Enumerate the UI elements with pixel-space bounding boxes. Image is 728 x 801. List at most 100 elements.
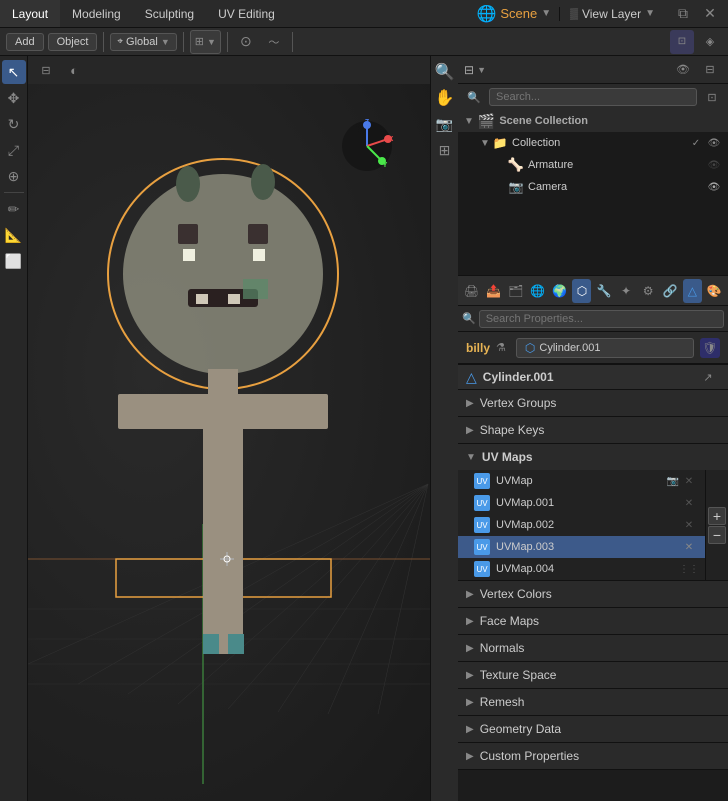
prop-world-icon[interactable]: 🌍 bbox=[550, 279, 569, 303]
vertex-groups-section: ▶ Vertex Groups bbox=[458, 390, 728, 417]
collection-eye-icon[interactable]: 👁 bbox=[706, 135, 722, 151]
transform-tool-icon[interactable]: ⊕ bbox=[2, 164, 26, 188]
uv-icon-1: UV bbox=[474, 495, 490, 511]
prop-view-layer-icon[interactable]: 🗂 bbox=[506, 279, 525, 303]
face-maps-header[interactable]: ▶ Face Maps bbox=[458, 608, 728, 634]
scene-selector[interactable]: 🌐 Scene ▼ bbox=[468, 4, 559, 24]
maximize-button[interactable]: ⧉ bbox=[671, 2, 695, 26]
camera-eye-icon[interactable]: 👁 bbox=[706, 179, 722, 195]
outliner-filter-funnel-icon[interactable]: ⊡ bbox=[700, 85, 724, 109]
object-button[interactable]: Object bbox=[48, 33, 98, 51]
normals-header[interactable]: ▶ Normals bbox=[458, 635, 728, 661]
collection-visible-icon[interactable]: ✓ bbox=[688, 135, 704, 151]
tab-uv-editing[interactable]: UV Editing bbox=[206, 0, 287, 27]
proportional-edit-button[interactable]: ⊙ bbox=[234, 30, 258, 54]
uv-drag-icon-4[interactable]: ⋮⋮ bbox=[681, 561, 697, 577]
transform-orientation-dropdown[interactable]: ⌖ Global ▼ bbox=[110, 33, 176, 51]
uv-remove-button[interactable]: − bbox=[708, 526, 726, 544]
add-cube-icon[interactable]: ⬜ bbox=[2, 249, 26, 273]
scene-collection-header[interactable]: ▼ 🎬 Scene Collection bbox=[458, 110, 728, 132]
viewport-type-icon[interactable]: ⊟ bbox=[34, 58, 58, 82]
data-section-header: △ Cylinder.001 ↗ bbox=[458, 364, 728, 390]
prop-material-icon[interactable]: 🎨 bbox=[705, 279, 724, 303]
grab-icon[interactable]: ✋ bbox=[433, 86, 457, 110]
data-title-text: Cylinder.001 bbox=[483, 370, 554, 384]
uv-item-1[interactable]: UV UVMap.001 ✕ bbox=[458, 492, 705, 514]
scene-canvas[interactable]: Z X Y bbox=[28, 84, 430, 801]
properties-search-input[interactable] bbox=[479, 310, 724, 328]
snap-button[interactable]: ⊞ ▼ bbox=[190, 30, 221, 54]
outliner-type-selector[interactable]: ⊟ ▼ bbox=[464, 63, 486, 77]
uv-item-0[interactable]: UV UVMap 📷 ✕ bbox=[458, 470, 705, 492]
close-window-button[interactable]: ✕ bbox=[698, 2, 722, 26]
overlay-button[interactable]: ⊡ bbox=[670, 30, 694, 54]
uv-item-2[interactable]: UV UVMap.002 ✕ bbox=[458, 514, 705, 536]
uv-unlink-icon-3[interactable]: ✕ bbox=[681, 539, 697, 555]
move-tool-icon[interactable]: ✥ bbox=[2, 86, 26, 110]
uv-item-3[interactable]: UV UVMap.003 ✕ bbox=[458, 536, 705, 558]
add-button[interactable]: Add bbox=[6, 33, 44, 51]
scale-tool-icon[interactable]: ⤢ bbox=[2, 138, 26, 162]
mesh-name-field[interactable]: ⬡ Cylinder.001 bbox=[516, 338, 694, 358]
uv-camera-icon-0[interactable]: 📷 bbox=[665, 473, 681, 489]
vertex-colors-section: ▶ Vertex Colors bbox=[458, 581, 728, 608]
axis-widget-svg: Z X Y bbox=[340, 119, 395, 174]
prop-physics-icon[interactable]: ⚙ bbox=[639, 279, 658, 303]
vertex-colors-header[interactable]: ▶ Vertex Colors bbox=[458, 581, 728, 607]
prop-object-icon[interactable]: ⬡ bbox=[572, 279, 591, 303]
data-open-icon[interactable]: ↗ bbox=[696, 365, 720, 389]
viewport-right-strip: 🔍 ✋ 📷 ⊞ bbox=[430, 56, 458, 801]
object-name-label: billy bbox=[466, 341, 490, 355]
separator-2 bbox=[183, 32, 184, 52]
tab-layout[interactable]: Layout bbox=[0, 0, 60, 27]
uv-unlink-icon-1[interactable]: ✕ bbox=[681, 495, 697, 511]
orbit-icon[interactable]: 📷 bbox=[433, 112, 457, 136]
custom-properties-header[interactable]: ▶ Custom Properties bbox=[458, 743, 728, 769]
uv-unlink-icon-0[interactable]: ✕ bbox=[681, 473, 697, 489]
uv-add-button[interactable]: + bbox=[708, 507, 726, 525]
prop-data-icon[interactable]: △ bbox=[683, 279, 702, 303]
gizmo-button[interactable]: ◈ bbox=[698, 30, 722, 54]
vertex-groups-header[interactable]: ▶ Vertex Groups bbox=[458, 390, 728, 416]
annotate-icon[interactable]: ✏ bbox=[2, 197, 26, 221]
prop-constraints-icon[interactable]: 🔗 bbox=[661, 279, 680, 303]
3d-viewport[interactable]: ⊟ ◐ bbox=[28, 56, 458, 801]
tree-item-collection[interactable]: ▼ 📁 Collection ✓ 👁 bbox=[458, 132, 728, 154]
uv-item-4[interactable]: UV UVMap.004 ⋮⋮ bbox=[458, 558, 705, 580]
uv-maps-header[interactable]: ▼ UV Maps bbox=[458, 444, 728, 470]
prop-modifier-icon[interactable]: 🔧 bbox=[594, 279, 613, 303]
proportional-falloff-button[interactable]: 〜 bbox=[262, 30, 286, 54]
zoom-in-icon[interactable]: 🔍 bbox=[433, 60, 457, 84]
view-layer-button[interactable]: ▒ View Layer ▼ bbox=[559, 7, 665, 21]
prop-particles-icon[interactable]: ✦ bbox=[617, 279, 636, 303]
texture-space-header[interactable]: ▶ Texture Space bbox=[458, 662, 728, 688]
geometry-data-header[interactable]: ▶ Geometry Data bbox=[458, 716, 728, 742]
tab-modeling[interactable]: Modeling bbox=[60, 0, 133, 27]
tree-item-armature[interactable]: ▶ 🦴 Armature 👁 bbox=[458, 154, 728, 176]
select-tool-icon[interactable]: ↖ bbox=[2, 60, 26, 84]
rotate-tool-icon[interactable]: ↻ bbox=[2, 112, 26, 136]
prop-output-icon[interactable]: 📤 bbox=[484, 279, 503, 303]
face-maps-section: ▶ Face Maps bbox=[458, 608, 728, 635]
shape-keys-header[interactable]: ▶ Shape Keys bbox=[458, 417, 728, 443]
properties-panel: 🖨 📤 🗂 🌐 🌍 ⬡ 🔧 ✦ ⚙ 🔗 △ 🎨 🔍 billy bbox=[458, 276, 728, 801]
toolbar: Add Object ⌖ Global ▼ ⊞ ▼ ⊙ 〜 ⊡ ◈ bbox=[0, 28, 728, 56]
outliner-visibility-icon[interactable]: 👁 bbox=[671, 58, 695, 82]
outliner-filter-icon[interactable]: ⊟ bbox=[698, 58, 722, 82]
separator-1 bbox=[103, 32, 104, 52]
tree-item-camera[interactable]: ▶ 📷 Camera 👁 bbox=[458, 176, 728, 198]
svg-text:Z: Z bbox=[365, 119, 370, 126]
uv-list-add-remove-buttons: + − bbox=[705, 470, 728, 580]
prop-scene-icon[interactable]: 🌐 bbox=[528, 279, 547, 303]
remesh-header[interactable]: ▶ Remesh bbox=[458, 689, 728, 715]
local-view-icon[interactable]: ⊞ bbox=[433, 138, 457, 162]
mesh-data-shield-icon[interactable]: 🛡 bbox=[700, 338, 720, 358]
outliner-panel: ⊟ ▼ 👁 ⊟ 🔍 ⊡ ▼ 🎬 Scene Collection bbox=[458, 56, 728, 276]
uv-unlink-icon-2[interactable]: ✕ bbox=[681, 517, 697, 533]
tab-sculpting[interactable]: Sculpting bbox=[133, 0, 206, 27]
outliner-search-input[interactable] bbox=[489, 88, 697, 106]
armature-eye-icon[interactable]: 👁 bbox=[706, 157, 722, 173]
viewport-shading-icon[interactable]: ◐ bbox=[62, 58, 86, 82]
prop-render-icon[interactable]: 🖨 bbox=[462, 279, 481, 303]
measure-icon[interactable]: 📐 bbox=[2, 223, 26, 247]
